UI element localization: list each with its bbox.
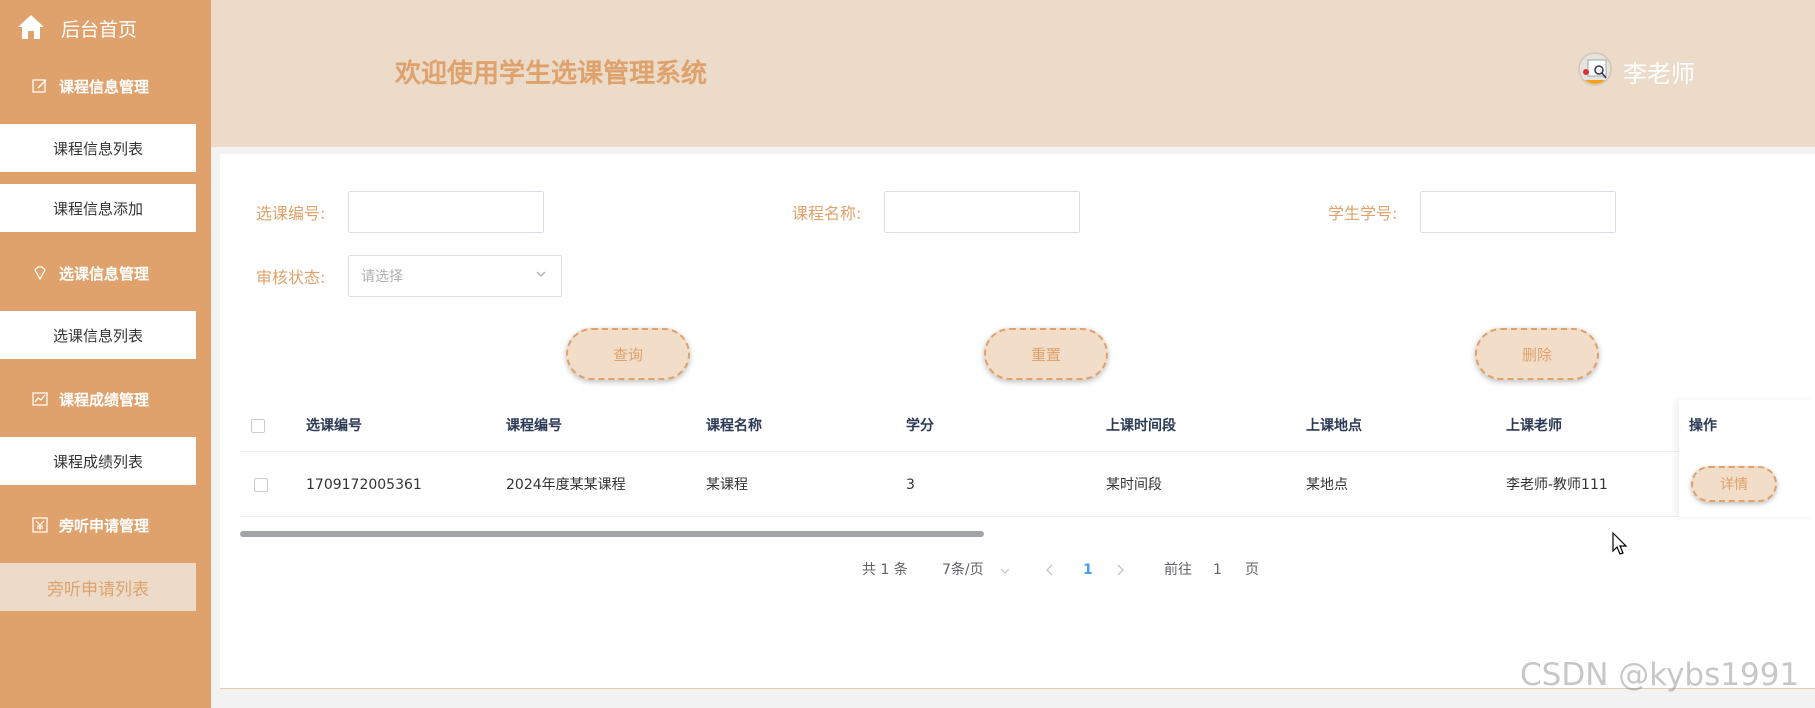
mouse-cursor-icon	[1612, 532, 1628, 555]
col-course-name[interactable]: 课程名称	[706, 400, 762, 452]
next-page-icon[interactable]	[1115, 564, 1125, 576]
menu-selection-info[interactable]: 选课信息管理	[0, 246, 211, 300]
detail-button[interactable]: 详情	[1691, 466, 1777, 502]
col-action: 操作	[1689, 418, 1717, 434]
col-location[interactable]: 上课地点	[1306, 400, 1362, 452]
col-credit[interactable]: 学分	[906, 400, 934, 452]
menu-grades[interactable]: 课程成绩管理	[0, 372, 211, 426]
goto-suffix: 页	[1245, 562, 1259, 578]
sidebar-item-course-list[interactable]: 课程信息列表	[0, 124, 196, 172]
menu-course-info-label: 课程信息管理	[59, 77, 150, 96]
chevron-down-icon	[536, 271, 546, 277]
diamond-icon	[34, 266, 46, 281]
horizontal-scrollbar[interactable]	[240, 531, 1815, 537]
student-id-label: 学生学号:	[1328, 204, 1398, 223]
chart-icon	[32, 392, 48, 406]
scrollbar-thumb[interactable]	[240, 531, 984, 537]
col-course-id[interactable]: 课程编号	[506, 400, 562, 452]
col-teacher[interactable]: 上课老师	[1506, 400, 1562, 452]
menu-audit[interactable]: 旁听申请管理	[0, 498, 211, 552]
delete-button[interactable]: 删除	[1475, 328, 1599, 380]
page-size-select[interactable]: 7条/页	[942, 560, 984, 580]
review-status-placeholder: 请选择	[361, 269, 403, 285]
cell-course-id: 2024年度某某课程	[506, 477, 626, 493]
username[interactable]: 李老师	[1623, 54, 1695, 89]
sidebar-item-course-add[interactable]: 课程信息添加	[0, 184, 196, 232]
menu-audit-label: 旁听申请管理	[59, 516, 150, 535]
cell-location: 某地点	[1306, 477, 1348, 493]
course-name-input[interactable]	[884, 191, 1080, 233]
goto-prefix: 前往	[1164, 562, 1192, 578]
yen-icon	[32, 517, 48, 533]
search-button[interactable]: 查询	[566, 328, 690, 380]
table-row: 1709172005361 2024年度某某课程 某课程 3 某时间段 某地点 …	[240, 453, 1815, 517]
cell-credit: 3	[906, 477, 915, 493]
sidebar-item-grades-list[interactable]: 课程成绩列表	[0, 437, 196, 485]
header: 欢迎使用学生选课管理系统 李老师	[211, 0, 1815, 147]
avatar-icon	[1580, 54, 1610, 84]
student-id-input[interactable]	[1420, 191, 1616, 233]
pagination-total: 共 1 条	[862, 562, 908, 578]
row-checkbox[interactable]	[254, 478, 268, 492]
cell-teacher: 李老师-教师111	[1506, 477, 1608, 493]
reset-button[interactable]: 重置	[984, 328, 1108, 380]
sidebar-item-audit-list[interactable]: 旁听申请列表	[0, 563, 196, 611]
cell-selection-id: 1709172005361	[306, 477, 422, 493]
sidebar-home[interactable]: 后台首页	[0, 0, 211, 54]
review-status-select[interactable]: 请选择	[348, 255, 562, 297]
menu-grades-label: 课程成绩管理	[59, 390, 150, 409]
sidebar-item-selection-list[interactable]: 选课信息列表	[0, 311, 196, 359]
current-page[interactable]: 1	[1083, 560, 1093, 580]
watermark: CSDN @kybs1991	[1520, 657, 1800, 693]
table-header: 选课编号 课程编号 课程名称 学分 上课时间段 上课地点 上课老师	[240, 400, 1815, 452]
menu-course-info[interactable]: 课程信息管理	[0, 59, 211, 113]
action-column: 操作 详情	[1679, 400, 1815, 517]
cell-course-name: 某课程	[706, 477, 748, 493]
menu-selection-info-label: 选课信息管理	[59, 264, 150, 283]
page-size-chevron-icon[interactable]	[1000, 566, 1010, 576]
course-name-label: 课程名称:	[792, 204, 862, 223]
sidebar: 后台首页 课程信息管理 课程信息列表 课程信息添加 选课信息管理 选课信息列表 …	[0, 0, 211, 708]
prev-page-icon[interactable]	[1045, 564, 1055, 576]
home-icon	[18, 15, 44, 39]
select-all-checkbox[interactable]	[251, 419, 265, 433]
review-status-label: 审核状态:	[256, 268, 326, 287]
goto-page-input[interactable]: 1	[1213, 560, 1222, 580]
page-title: 欢迎使用学生选课管理系统	[395, 59, 708, 89]
content-panel: 选课编号: 课程名称: 学生学号: 审核状态: 请选择 查询 重置 删除 选课编…	[220, 154, 1815, 689]
col-time[interactable]: 上课时间段	[1106, 400, 1176, 452]
selection-id-label: 选课编号:	[256, 204, 326, 223]
cell-time: 某时间段	[1106, 477, 1162, 493]
edit-icon	[32, 79, 47, 93]
selection-id-input[interactable]	[348, 191, 544, 233]
home-label: 后台首页	[61, 19, 138, 41]
avatar[interactable]	[1578, 52, 1612, 86]
col-selection-id[interactable]: 选课编号	[306, 400, 362, 452]
